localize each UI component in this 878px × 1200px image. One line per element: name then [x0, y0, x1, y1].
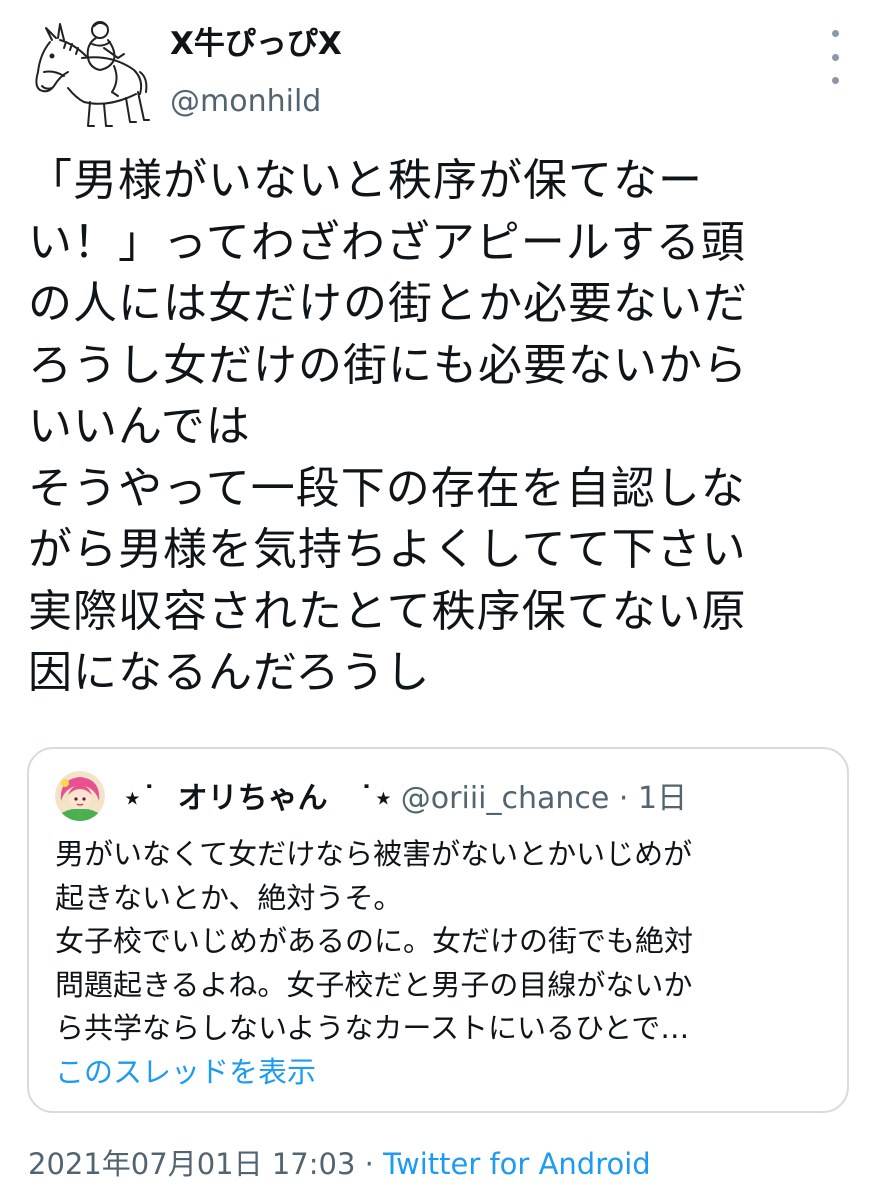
quote-author-handle[interactable]: @oriii_chance — [401, 781, 610, 816]
tweet-text-line: の人には女だけの街とか必要ないだ — [28, 278, 748, 329]
quote-text-line: ら共学ならしないようなカーストにいるひとで… — [55, 1011, 690, 1045]
quoted-tweet-card[interactable]: ⋆˙ オリちゃん ˙⋆ @oriii_chance · 1日 男がいなくて女だけ… — [27, 747, 849, 1113]
more-vertical-icon — [831, 77, 839, 84]
author-avatar[interactable] — [30, 18, 150, 133]
quote-separator: · — [618, 781, 629, 816]
author-handle[interactable]: @monhild — [170, 80, 321, 124]
quote-text-line: 女子校でいじめがあるのに。女だけの街でも絶対 — [55, 924, 694, 958]
quote-text-line: 起きないとか、絶対うそ。 — [55, 880, 403, 915]
tweet-detail: X牛ぴっぴX @monhild 「男様がいないと秩序が保てなー い！」ってわざわ… — [0, 0, 878, 1200]
more-vertical-icon — [831, 30, 839, 37]
pink-hair-character-avatar-icon — [55, 771, 105, 821]
quote-meta: @oriii_chance · 1日 — [401, 773, 687, 817]
footer-separator: · — [355, 1147, 384, 1181]
tweet-text-line: 実際収容されたとて秩序保てない原 — [28, 585, 747, 637]
quote-text-line: 問題起きるよね。女子校だと男子の目線がないか — [55, 967, 693, 1002]
quote-text: 男がいなくて女だけなら被害がないとかいじめが 起きないとか、絶対うそ。 女子校で… — [55, 833, 835, 1051]
more-vertical-icon — [831, 53, 839, 61]
quote-name-prefix: ⋆˙ — [123, 781, 157, 816]
tweet-text: 「男様がいないと秩序が保てなー い！」ってわざわざアピールする頭 の人には女だけ… — [28, 150, 858, 704]
quote-display-name: オリちゃん — [177, 781, 328, 816]
quote-text-line: 男がいなくて女だけなら被害がないとかいじめが — [55, 837, 693, 871]
tweet-timestamp[interactable]: 2021年07月01日 17:03 — [28, 1147, 355, 1181]
quote-author-name[interactable]: ⋆˙ オリちゃん ˙⋆ — [123, 773, 393, 817]
show-thread-link[interactable]: このスレッドを表示 — [55, 1050, 316, 1094]
tweet-text-line: い！」ってわざわざアピールする頭 — [28, 216, 746, 268]
quote-header: ⋆˙ オリちゃん ˙⋆ @oriii_chance · 1日 — [123, 772, 687, 818]
donkey-rider-sketch-icon — [35, 21, 150, 127]
quote-name-suffix: ˙⋆ — [359, 781, 393, 816]
tweet-text-line: がら男様を気持ちよくしてて下さい — [28, 524, 747, 575]
tweet-text-line: 因になるんだろうし — [28, 647, 431, 698]
tweet-text-line: いいんでは — [28, 401, 251, 452]
tweet-text-line: ろうし女だけの街にも必要ないから — [28, 339, 748, 391]
more-options-button[interactable] — [820, 30, 850, 84]
quote-time[interactable]: 1日 — [638, 781, 687, 816]
tweet-footer: 2021年07月01日 17:03 · Twitter for Android — [28, 1142, 651, 1186]
author-display-name[interactable]: X牛ぴっぴX — [170, 22, 342, 66]
tweet-text-line: そうやって一段下の存在を自認しな — [28, 462, 746, 514]
tweet-text-line: 「男様がいないと秩序が保てなー — [28, 155, 703, 206]
tweet-source-link[interactable]: Twitter for Android — [383, 1147, 651, 1181]
quote-author-avatar[interactable] — [55, 771, 105, 821]
